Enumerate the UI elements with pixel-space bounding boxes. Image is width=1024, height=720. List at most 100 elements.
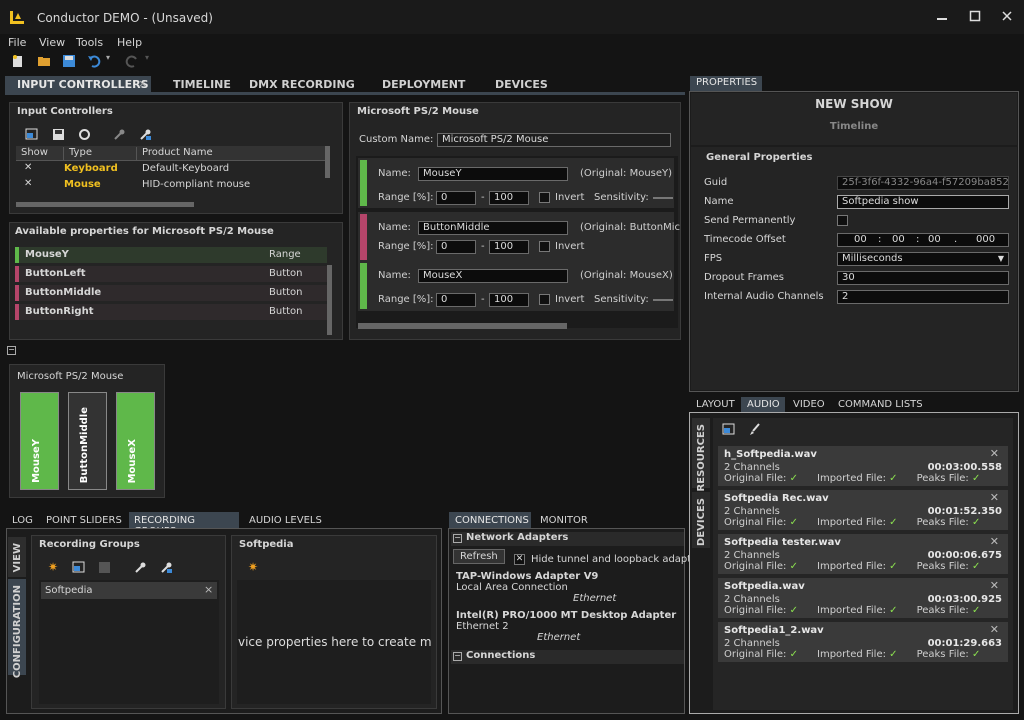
mapping-entry[interactable]: Name: MouseY (Original: MouseY) Range [%… — [358, 158, 674, 208]
tab-connections[interactable]: CONNECTIONS — [449, 512, 531, 528]
audio-file-item[interactable]: Softpedia.wav ✕ 2 Channels 00:03:00.925 … — [718, 578, 1008, 618]
audio-channels-input[interactable]: 2 — [837, 290, 1009, 304]
brush-icon[interactable] — [747, 422, 761, 436]
props-scrollbar[interactable] — [327, 265, 332, 335]
refresh-icon[interactable] — [77, 127, 91, 141]
side-tab-devices[interactable]: DEVICES — [692, 492, 710, 548]
tab-close-icon[interactable]: × — [138, 77, 147, 90]
range-min-input[interactable]: 0 — [436, 191, 476, 205]
tab-point-sliders[interactable]: POINT SLIDERS — [46, 515, 122, 526]
drop-area[interactable]: vice properties here to create m — [237, 580, 431, 704]
import-audio-icon[interactable] — [721, 422, 735, 436]
settings-wrench-icon[interactable] — [160, 561, 173, 574]
sensitivity-slider[interactable] — [653, 197, 673, 199]
tab-command-lists[interactable]: COMMAND LISTS — [838, 399, 923, 410]
tc-seconds[interactable]: 00 — [928, 234, 941, 246]
col-type[interactable]: Type — [63, 147, 92, 161]
tab-audio-levels[interactable]: AUDIO LEVELS — [249, 515, 322, 526]
show-checkbox[interactable]: ✕ — [24, 162, 32, 173]
mapping-name-input[interactable]: ButtonMiddle — [418, 221, 568, 235]
connections-header[interactable]: − Connections — [451, 650, 684, 664]
timecode-offset-input[interactable]: 00 : 00 : 00 . 000 — [837, 233, 1009, 247]
list-item[interactable]: Softpedia × — [41, 582, 217, 599]
tc-minutes[interactable]: 00 — [892, 234, 905, 246]
remove-audio-icon[interactable]: ✕ — [990, 447, 999, 460]
table-row[interactable]: ✕ Keyboard Default-Keyboard — [16, 162, 328, 177]
new-file-icon[interactable] — [10, 53, 26, 69]
add-group-icon[interactable]: ✷ — [48, 560, 58, 574]
side-tab-resources[interactable]: RESOURCES — [692, 418, 710, 491]
save-icon[interactable] — [61, 53, 77, 69]
redo-dropdown-icon[interactable]: ▾ — [145, 53, 149, 62]
import-group-icon[interactable] — [72, 561, 85, 574]
redo-icon[interactable] — [124, 53, 140, 69]
settings-wrench-icon[interactable] — [138, 127, 152, 141]
save-group-icon[interactable] — [98, 561, 111, 574]
menu-help[interactable]: Help — [117, 36, 142, 49]
menu-view[interactable]: View — [39, 36, 65, 49]
mapping-name-input[interactable]: MouseY — [418, 167, 568, 181]
guid-field[interactable]: 25f-3f6f-4332-96a4-f57209ba8525 — [837, 176, 1009, 190]
undo-dropdown-icon[interactable]: ▾ — [106, 53, 110, 62]
list-item[interactable]: MouseY Range — [15, 247, 327, 263]
table-row[interactable]: ✕ Mouse HID-compliant mouse — [16, 178, 328, 193]
remove-audio-icon[interactable]: ✕ — [990, 579, 999, 592]
chevron-down-icon[interactable]: ▼ — [998, 253, 1004, 265]
range-max-input[interactable]: 100 — [489, 293, 529, 307]
show-name-input[interactable]: Softpedia show — [837, 195, 1009, 209]
tab-input-controllers[interactable]: INPUT CONTROLLERS × — [5, 76, 151, 92]
minimize-icon[interactable] — [935, 9, 949, 23]
add-controller-icon[interactable] — [24, 127, 38, 141]
remove-group-icon[interactable]: × — [204, 583, 213, 596]
tc-hours[interactable]: 00 — [854, 234, 867, 246]
hide-adapters-checkbox[interactable]: ✕ — [514, 554, 525, 565]
audio-file-item[interactable]: h_Softpedia.wav ✕ 2 Channels 00:03:00.55… — [718, 446, 1008, 486]
close-icon[interactable] — [1000, 9, 1014, 23]
remove-audio-icon[interactable]: ✕ — [990, 623, 999, 636]
tab-recording-groups[interactable]: RECORDING GROUPS — [129, 512, 239, 537]
show-checkbox[interactable]: ✕ — [24, 178, 32, 189]
add-device-icon[interactable]: ✷ — [248, 560, 258, 574]
tab-properties[interactable]: PROPERTIES — [690, 76, 762, 91]
wrench-icon[interactable] — [112, 127, 126, 141]
invert-checkbox[interactable] — [539, 294, 550, 305]
network-adapters-header[interactable]: − Network Adapters — [451, 532, 684, 546]
range-min-input[interactable]: 0 — [436, 293, 476, 307]
sensitivity-slider[interactable] — [653, 299, 673, 301]
mapping-entry[interactable]: Name: ButtonMiddle (Original: ButtonMic … — [358, 212, 680, 262]
save-controller-icon[interactable] — [51, 127, 65, 141]
table-h-scrollbar[interactable] — [16, 202, 194, 207]
range-min-input[interactable]: 0 — [436, 240, 476, 254]
col-product[interactable]: Product Name — [136, 147, 213, 161]
maximize-icon[interactable] — [968, 9, 982, 23]
col-show[interactable]: Show — [21, 147, 48, 158]
open-folder-icon[interactable] — [36, 53, 52, 69]
audio-file-item[interactable]: Softpedia1_2.wav ✕ 2 Channels 00:01:29.6… — [718, 622, 1008, 662]
remove-audio-icon[interactable]: ✕ — [990, 491, 999, 504]
undo-icon[interactable] — [86, 53, 102, 69]
tab-audio[interactable]: AUDIO — [741, 397, 785, 412]
tab-deployment[interactable]: DEPLOYMENT — [382, 78, 465, 91]
invert-checkbox[interactable] — [539, 192, 550, 203]
table-v-scrollbar[interactable] — [325, 146, 330, 178]
mapping-name-input[interactable]: MouseX — [418, 269, 568, 283]
invert-checkbox[interactable] — [539, 241, 550, 252]
tab-monitor[interactable]: MONITOR — [540, 515, 588, 526]
list-item[interactable]: ButtonMiddle Button — [15, 285, 327, 301]
list-item[interactable]: ButtonLeft Button — [15, 266, 327, 282]
side-tab-view[interactable]: VIEW — [8, 537, 26, 577]
tab-video[interactable]: VIDEO — [793, 399, 825, 410]
menu-tools[interactable]: Tools — [76, 36, 103, 49]
range-max-input[interactable]: 100 — [489, 240, 529, 254]
tab-devices[interactable]: DEVICES — [495, 78, 548, 91]
remove-audio-icon[interactable]: ✕ — [990, 535, 999, 548]
list-item[interactable]: ButtonRight Button — [15, 304, 327, 320]
collapse-icon[interactable]: − — [453, 534, 462, 543]
send-permanently-checkbox[interactable] — [837, 215, 848, 226]
fps-select[interactable]: Milliseconds ▼ — [837, 252, 1009, 266]
tab-log[interactable]: LOG — [12, 515, 33, 526]
dropout-frames-input[interactable]: 30 — [837, 271, 1009, 285]
collapse-icon[interactable]: − — [453, 652, 462, 661]
tc-ms[interactable]: 000 — [976, 234, 995, 246]
audio-file-item[interactable]: Softpedia Rec.wav ✕ 2 Channels 00:01:52.… — [718, 490, 1008, 530]
